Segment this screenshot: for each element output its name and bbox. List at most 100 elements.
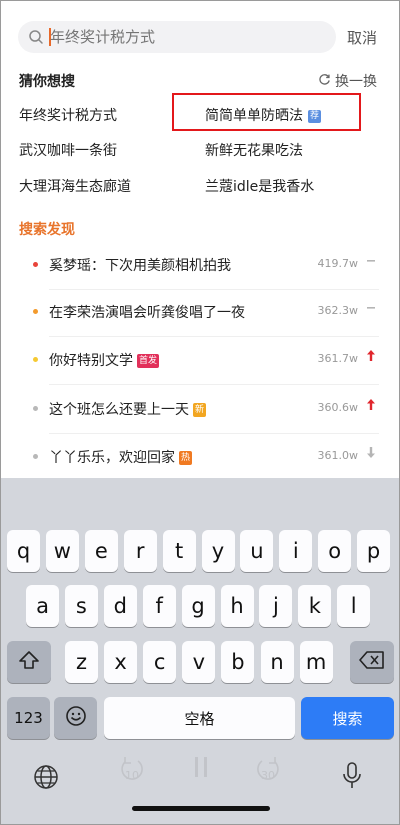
microphone-icon[interactable] bbox=[340, 761, 364, 791]
key-s[interactable]: s bbox=[64, 585, 98, 627]
hot-item-text: 丫丫乐乐，欢迎回家热 bbox=[49, 447, 193, 467]
key-z[interactable]: z bbox=[65, 641, 98, 683]
key-w[interactable]: w bbox=[45, 530, 79, 572]
backspace-icon bbox=[359, 650, 385, 674]
key-label: l bbox=[350, 594, 357, 618]
key-j[interactable]: j bbox=[259, 585, 293, 627]
key-label: h bbox=[230, 594, 244, 618]
search-input[interactable] bbox=[50, 21, 320, 53]
emoji-key[interactable] bbox=[54, 697, 97, 739]
key-label: f bbox=[155, 594, 163, 618]
number-switch-key[interactable]: 123 bbox=[7, 697, 50, 739]
key-label: g bbox=[191, 594, 205, 618]
hot-list-item[interactable]: 你好特别文学 首发 361.7w bbox=[1, 337, 399, 385]
key-k[interactable]: k bbox=[298, 585, 332, 627]
rank-dot bbox=[33, 406, 38, 411]
key-l[interactable]: l bbox=[337, 585, 371, 627]
refresh-button[interactable]: 换一换 bbox=[318, 71, 377, 91]
key-label: t bbox=[174, 539, 184, 563]
search-bar: 取消 bbox=[18, 21, 390, 53]
key-m[interactable]: m bbox=[299, 641, 333, 683]
skip-back-label: 10 bbox=[125, 769, 139, 782]
refresh-icon bbox=[318, 73, 331, 90]
key-label: r bbox=[135, 539, 145, 563]
key-x[interactable]: x bbox=[104, 641, 138, 683]
key-g[interactable]: g bbox=[181, 585, 215, 627]
search-box[interactable] bbox=[18, 21, 336, 53]
hot-list-item[interactable]: 丫丫乐乐，欢迎回家热 361.0w bbox=[1, 434, 399, 482]
key-label: v bbox=[192, 650, 206, 674]
key-u[interactable]: u bbox=[240, 530, 274, 572]
heat-count: 361.0w bbox=[317, 449, 359, 462]
key-label: c bbox=[153, 650, 166, 674]
key-label: e bbox=[94, 539, 108, 563]
delete-key[interactable] bbox=[350, 641, 394, 683]
key-q[interactable]: q bbox=[7, 530, 40, 572]
key-y[interactable]: y bbox=[201, 530, 235, 572]
key-label: k bbox=[308, 594, 321, 618]
key-label: d bbox=[113, 594, 127, 618]
hot-item-label: 奚梦瑶：下次用美颜相机拍我 bbox=[49, 258, 231, 274]
hot-item-label: 丫丫乐乐，欢迎回家 bbox=[49, 450, 175, 466]
key-label: i bbox=[292, 539, 299, 563]
key-label: n bbox=[270, 650, 284, 674]
key-i[interactable]: i bbox=[279, 530, 313, 572]
hot-item-label: 在李荣浩演唱会听龚俊唱了一夜 bbox=[49, 305, 245, 321]
guess-section-title: 猜你想搜 bbox=[19, 74, 75, 90]
guess-item-label: 年终奖计税方式 bbox=[19, 108, 117, 124]
key-e[interactable]: e bbox=[84, 530, 118, 572]
guess-item[interactable]: 新鲜无花果吃法 bbox=[205, 140, 303, 160]
skip-back-icon: 10 bbox=[116, 753, 148, 783]
key-p[interactable]: p bbox=[357, 530, 391, 572]
key-b[interactable]: b bbox=[221, 641, 255, 683]
guess-item[interactable]: 武汉咖啡一条街 bbox=[19, 140, 117, 160]
key-d[interactable]: d bbox=[103, 585, 137, 627]
key-label: b bbox=[231, 650, 245, 674]
key-a[interactable]: a bbox=[26, 585, 59, 627]
shift-key[interactable] bbox=[7, 641, 51, 683]
guess-item-label: 武汉咖啡一条街 bbox=[19, 143, 117, 159]
home-indicator bbox=[132, 806, 270, 811]
key-n[interactable]: n bbox=[260, 641, 294, 683]
hot-section-title: 搜索发现 bbox=[19, 222, 75, 238]
key-f[interactable]: f bbox=[142, 585, 176, 627]
guess-item-label: 兰蔻idle是我香水 bbox=[205, 179, 315, 195]
guess-item[interactable]: 兰蔻idle是我香水 bbox=[205, 176, 314, 196]
key-t[interactable]: t bbox=[162, 530, 196, 572]
hot-badge: 新 bbox=[193, 403, 207, 417]
heat-count: 419.7w bbox=[317, 257, 359, 270]
hot-item-text: 奚梦瑶：下次用美颜相机拍我 bbox=[49, 255, 231, 275]
guess-item[interactable]: 年终奖计税方式 bbox=[19, 105, 117, 125]
hot-item-text: 你好特别文学 首发 bbox=[49, 350, 160, 370]
hot-item-text: 在李荣浩演唱会听龚俊唱了一夜 bbox=[49, 302, 245, 322]
hot-list-item[interactable]: 奚梦瑶：下次用美颜相机拍我 419.7w bbox=[1, 242, 399, 290]
number-key-label: 123 bbox=[14, 709, 43, 727]
cancel-button[interactable]: 取消 bbox=[347, 27, 377, 48]
app-frame: 取消 猜你想搜 换一换 年终奖计税方式 简简单单防晒法荐 武汉咖啡一条街 新鲜无… bbox=[0, 0, 400, 825]
key-label: u bbox=[250, 539, 264, 563]
key-o[interactable]: o bbox=[318, 530, 352, 572]
guess-item[interactable]: 大理洱海生态廊道 bbox=[19, 176, 131, 196]
key-c[interactable]: c bbox=[143, 641, 177, 683]
globe-icon[interactable] bbox=[32, 763, 60, 791]
hot-list-item[interactable]: 这个班怎么还要上一天新 360.6w bbox=[1, 386, 399, 434]
trend-down-icon bbox=[366, 447, 376, 461]
search-key[interactable]: 搜索 bbox=[301, 697, 394, 739]
key-v[interactable]: v bbox=[182, 641, 216, 683]
hot-badge: 首发 bbox=[137, 354, 160, 368]
search-key-label: 搜索 bbox=[332, 709, 363, 728]
search-icon bbox=[28, 29, 44, 45]
space-key[interactable]: 空格 bbox=[104, 697, 295, 739]
rank-dot bbox=[33, 309, 38, 314]
key-label: y bbox=[211, 539, 225, 563]
hot-item-label: 你好特别文学 bbox=[49, 353, 133, 369]
hot-list-item[interactable]: 在李荣浩演唱会听龚俊唱了一夜 362.3w bbox=[1, 289, 399, 337]
shift-icon bbox=[18, 650, 40, 675]
keyboard: qwe r t y u i op a s d f g h j k l z x c v b nm 123 空格 搜索 10 bbox=[1, 478, 399, 824]
rank-dot bbox=[33, 357, 38, 362]
key-r[interactable]: r bbox=[123, 530, 157, 572]
skip-forward-icon: 30 bbox=[252, 753, 284, 783]
key-label: q bbox=[16, 539, 31, 563]
space-key-label: 空格 bbox=[184, 709, 215, 728]
key-h[interactable]: h bbox=[220, 585, 254, 627]
